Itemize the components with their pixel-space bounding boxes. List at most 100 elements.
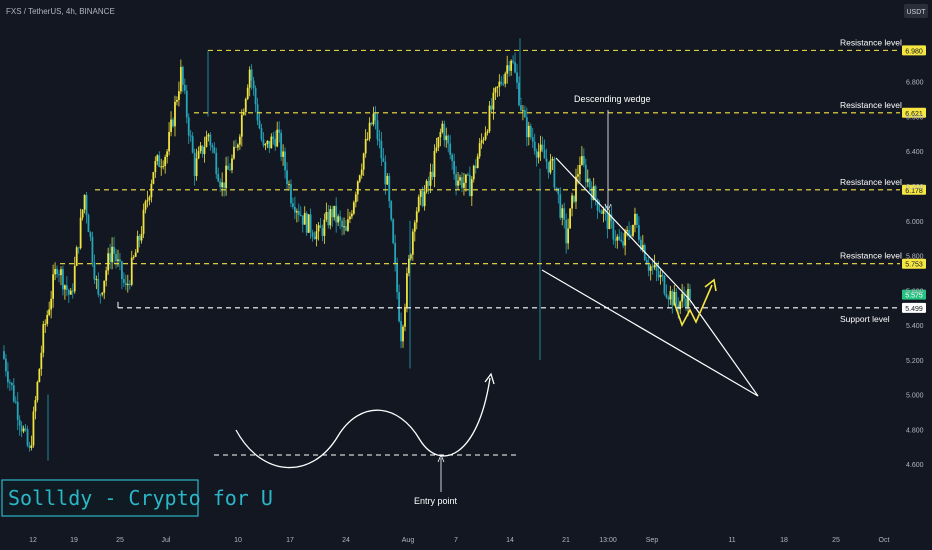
candle-body	[207, 134, 210, 137]
candle-body	[134, 252, 137, 257]
candle-body	[490, 105, 493, 110]
candle-body	[305, 213, 308, 233]
candle-body	[514, 62, 516, 73]
price-tag-label: 6.980	[905, 48, 923, 55]
candle-body	[221, 182, 224, 188]
candle-body	[634, 213, 636, 225]
candle-body	[236, 144, 239, 148]
currency-badge[interactable]: USDT	[904, 4, 928, 18]
candle-body	[6, 371, 9, 383]
candle-body	[364, 139, 367, 154]
candle-body	[437, 137, 440, 148]
y-tick-label: 6.800	[906, 80, 924, 87]
candle-body	[87, 215, 90, 233]
candle-body	[274, 138, 277, 147]
candle-body	[539, 144, 542, 152]
candle-body	[252, 80, 255, 89]
candle-body	[415, 211, 418, 223]
x-tick-label: 11	[728, 537, 735, 544]
candle-body	[97, 279, 100, 295]
candle-body	[235, 146, 237, 148]
candle-body	[360, 169, 363, 176]
candle-body	[311, 232, 314, 237]
candle-body	[250, 69, 253, 81]
candle-body	[18, 419, 21, 426]
candle-body	[26, 429, 29, 446]
candle-body	[138, 236, 141, 241]
candle-body	[122, 279, 125, 283]
candle-body	[240, 114, 243, 137]
candle-body	[280, 132, 283, 157]
y-tick-label: 5.400	[906, 323, 924, 330]
candle-body	[577, 174, 579, 177]
candle-body	[651, 266, 654, 268]
y-tick-label: 6.400	[906, 149, 924, 156]
candle-body	[624, 230, 627, 246]
candle-body	[543, 149, 546, 159]
candle-body	[429, 171, 432, 186]
x-tick-label: 12	[29, 537, 37, 544]
candle-body	[293, 206, 296, 213]
candle-body	[333, 205, 336, 218]
candle-body	[142, 209, 145, 234]
resistance-level-label: Resistance level	[840, 251, 902, 261]
candle-body	[28, 445, 31, 449]
candle-body	[466, 174, 469, 176]
candle-body	[81, 209, 84, 218]
candle-body	[488, 105, 491, 132]
candle-body	[217, 174, 220, 182]
candle-body	[272, 136, 275, 139]
candle-body	[317, 225, 320, 232]
candle-body	[5, 358, 7, 372]
candle-body	[213, 147, 216, 153]
y-tick-label: 6.600	[906, 114, 924, 121]
candle-body	[140, 233, 143, 241]
candle-body	[56, 268, 58, 275]
candle-body	[187, 117, 190, 136]
candle-body	[99, 294, 102, 296]
candle-body	[569, 208, 571, 229]
candle-body	[567, 228, 570, 244]
candle-body	[508, 65, 511, 71]
candle-body	[85, 194, 88, 216]
candle-body	[8, 382, 11, 384]
candle-body	[60, 269, 62, 276]
support-level-label: Support level	[840, 314, 890, 324]
chart-canvas[interactable]: FXS / TetherUS, 4h, BINANCE USDT Resista…	[0, 0, 932, 550]
candle-body	[529, 125, 532, 138]
x-tick-label: Aug	[402, 537, 415, 544]
candle-body	[40, 352, 43, 370]
candle-body	[675, 291, 678, 305]
candle-body	[105, 270, 108, 281]
candle-body	[276, 129, 279, 147]
candle-body	[459, 177, 461, 181]
candle-body	[447, 135, 450, 144]
price-tag-label: 5.499	[905, 306, 923, 313]
candle-body	[571, 195, 573, 209]
candle-body	[419, 191, 422, 197]
candle-body	[382, 158, 385, 162]
candle-body	[522, 110, 524, 112]
candle-body	[616, 236, 619, 241]
candle-body	[553, 158, 556, 188]
candle-body	[62, 269, 64, 290]
x-tick-label: 10	[234, 537, 242, 544]
candle-body	[115, 253, 117, 262]
candle-body	[465, 174, 467, 183]
candle-body	[677, 304, 680, 310]
candle-body	[121, 261, 123, 280]
candle-body	[219, 181, 222, 188]
candle-body	[443, 123, 446, 141]
candle-body	[266, 140, 269, 144]
candle-body	[352, 202, 355, 214]
candle-body	[229, 169, 231, 171]
candle-body	[626, 230, 628, 232]
candle-body	[160, 166, 163, 168]
candle-body	[372, 113, 375, 125]
candle-body	[193, 152, 196, 177]
resistance-level-label: Resistance level	[840, 37, 902, 47]
candle-body	[667, 297, 670, 300]
candle-body	[254, 88, 257, 105]
candle-body	[162, 166, 165, 168]
candle-body	[559, 194, 562, 218]
